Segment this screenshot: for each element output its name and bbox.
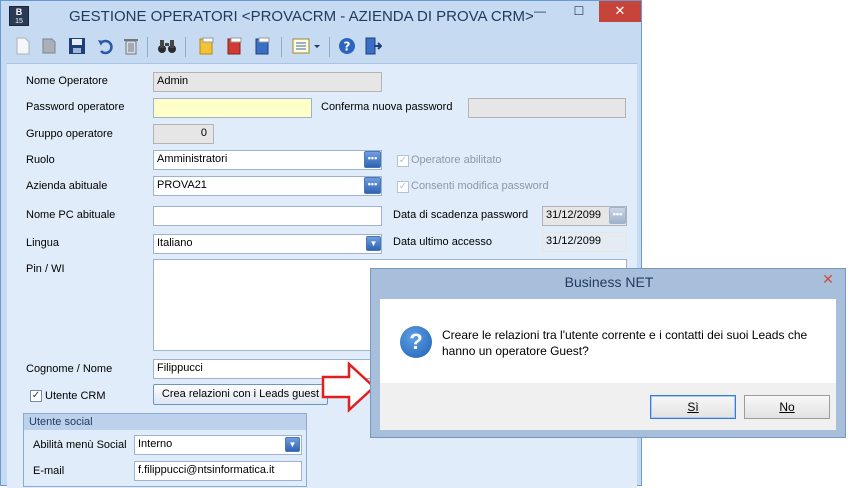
folder-yellow-icon[interactable] (197, 37, 217, 57)
conferma-password-label: Conferma nuova password (321, 101, 453, 113)
dialog-message: Creare le relazioni tra l'utente corrent… (442, 328, 808, 358)
dialog-close-button[interactable]: ✕ (811, 269, 845, 290)
consenti-modifica-label: Consenti modifica password (411, 180, 549, 192)
exit-icon[interactable] (363, 37, 383, 57)
data-scadenza-picker-button[interactable]: ••• (609, 207, 626, 224)
lingua-select[interactable]: Italiano (153, 234, 382, 254)
azienda-abituale-label: Azienda abituale (26, 180, 108, 192)
ruolo-field[interactable]: Amministratori (153, 150, 382, 170)
toolbar: ? (7, 33, 635, 61)
utente-crm-checkbox[interactable]: ✓ (30, 390, 42, 402)
password-operatore-field[interactable] (153, 98, 312, 118)
title-bar[interactable]: B 15 GESTIONE OPERATORI <PROVACRM - AZIEN… (1, 1, 641, 32)
maximize-button[interactable]: ☐ (559, 1, 599, 22)
chevron-down-icon[interactable]: ▼ (366, 236, 381, 251)
azienda-abituale-field[interactable]: PROVA21 (153, 176, 382, 196)
utente-crm-label: Utente CRM (45, 390, 106, 402)
consenti-modifica-checkbox[interactable]: ✓ (397, 181, 409, 193)
toolbar-separator (329, 37, 330, 57)
azienda-lookup-button[interactable]: ••• (364, 177, 381, 194)
dialog-title: Business NET (564, 274, 654, 290)
folder-blue-icon[interactable] (253, 37, 273, 57)
conferma-password-field[interactable] (468, 98, 626, 118)
data-ultimo-accesso-label: Data ultimo accesso (393, 236, 493, 248)
data-scadenza-label: Data di scadenza password (393, 209, 529, 221)
crea-relazioni-button[interactable]: Crea relazioni con i Leads guest (153, 384, 328, 405)
utente-social-header: Utente social (24, 414, 306, 430)
folder-red-icon[interactable] (225, 37, 245, 57)
app-logo[interactable]: B 15 (9, 6, 29, 26)
lingua-label: Lingua (26, 237, 60, 249)
question-icon: ? (400, 326, 432, 358)
list-dropdown-icon[interactable] (291, 37, 323, 57)
abilita-menu-social-label: Abilità menù Social (33, 439, 127, 451)
gruppo-operatore-field[interactable]: 0 (153, 124, 214, 144)
dialog-body: ? Creare le relazioni tra l'utente corre… (380, 299, 836, 383)
save-icon[interactable] (67, 37, 87, 57)
close-button[interactable]: ✕ (599, 1, 641, 22)
binoculars-icon[interactable] (157, 37, 177, 57)
operatore-abilitato-label: Operatore abilitato (411, 154, 502, 166)
no-button[interactable]: No (744, 395, 830, 419)
nome-pc-label: Nome PC abituale (26, 209, 116, 221)
toolbar-separator (185, 37, 186, 57)
ruolo-lookup-button[interactable]: ••• (364, 151, 381, 168)
delete-icon[interactable] (121, 37, 141, 57)
cognome-nome-label: Cognome / Nome (26, 363, 113, 375)
svg-text:?: ? (344, 40, 351, 54)
save-gray-icon[interactable] (39, 37, 59, 57)
email-label: E-mail (33, 465, 65, 477)
red-arrow-icon (321, 361, 376, 413)
nome-pc-field[interactable] (153, 206, 382, 226)
dialog-footer: Sì No (380, 383, 836, 430)
undo-icon[interactable] (95, 37, 115, 57)
nome-operatore-label: Nome Operatore (26, 75, 108, 87)
business-net-dialog: Business NET ✕ ? Creare le relazioni tra… (370, 268, 846, 438)
email-field[interactable]: f.filippucci@ntsinformatica.it (134, 461, 302, 481)
new-document-icon[interactable] (13, 37, 33, 57)
ruolo-label: Ruolo (26, 154, 55, 166)
pin-wi-label: Pin / WI (26, 263, 65, 275)
operatore-abilitato-checkbox[interactable]: ✓ (397, 155, 409, 167)
minimize-button[interactable]: — (521, 1, 559, 22)
abilita-menu-social-select[interactable]: Interno (134, 435, 302, 455)
toolbar-separator (281, 37, 282, 57)
data-ultimo-accesso-field: 31/12/2099 (542, 232, 627, 252)
toolbar-separator (147, 37, 148, 57)
gruppo-operatore-label: Gruppo operatore (26, 128, 113, 140)
help-icon[interactable]: ? (337, 37, 357, 57)
window-title: GESTIONE OPERATORI <PROVACRM - AZIENDA D… (69, 8, 534, 25)
yes-button[interactable]: Sì (650, 395, 736, 419)
nome-operatore-field[interactable]: Admin (153, 72, 382, 92)
password-operatore-label: Password operatore (26, 101, 125, 113)
chevron-down-icon[interactable]: ▼ (285, 437, 300, 452)
